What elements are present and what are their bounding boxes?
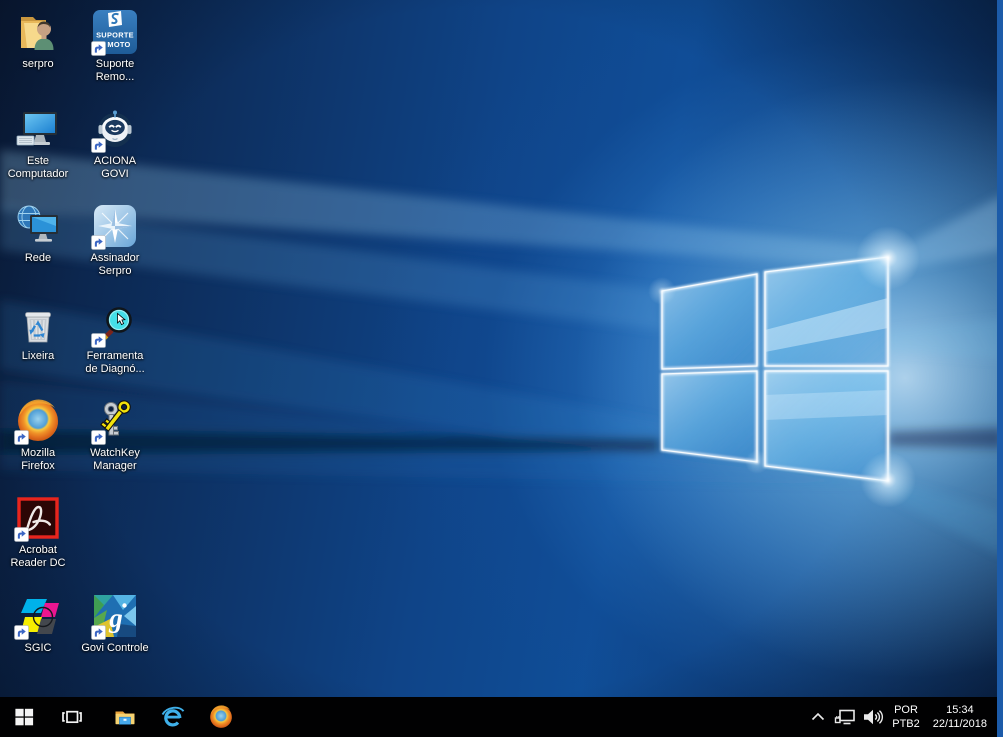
task-view-icon: [62, 710, 82, 724]
session-border-strip: [997, 0, 1003, 737]
network-ethernet-icon: [835, 709, 856, 725]
keyboard-layout-code: PTB2: [892, 718, 920, 730]
icon-label: Este Computador: [7, 155, 69, 180]
shortcut-arrow-icon: [14, 527, 29, 542]
firefox-icon: [210, 705, 232, 728]
suporte-tile-icon: SUPORTE MOTO: [91, 8, 139, 56]
taskbar-buttons: [0, 697, 245, 737]
network-pc-icon: [14, 202, 62, 250]
show-hidden-icons-chevron[interactable]: [805, 697, 831, 737]
shortcut-arrow-icon: [91, 138, 106, 153]
svg-text:MOTO: MOTO: [107, 40, 130, 49]
taskbar: POR PTB2 15:34 22/11/2018: [0, 697, 1003, 737]
recycle-bin-icon: [14, 300, 62, 348]
desktop-icon-acrobat-reader-dc[interactable]: Acrobat Reader DC: [0, 494, 79, 570]
icon-label: Lixeira: [21, 350, 55, 362]
windows-desktop-screen: serpro SUPORTE MOTO Suporte Remo... Este Compu…: [0, 0, 1003, 737]
icon-label: WatchKey Manager: [90, 447, 140, 472]
desktop-icon-ferramenta-de-diagnostico[interactable]: Ferramenta de Diagnó...: [74, 300, 156, 376]
firefox-button[interactable]: [197, 697, 245, 737]
icon-label: SGIC: [24, 642, 52, 654]
icon-label: Rede: [24, 252, 52, 264]
icon-label: Assinador Serpro: [90, 252, 140, 277]
icon-label: Ferramenta de Diagnó...: [85, 350, 145, 375]
firefox-icon: [14, 397, 62, 445]
clock[interactable]: 15:34 22/11/2018: [927, 703, 993, 731]
robot-icon: [91, 105, 139, 153]
desktop-icon-assinador-serpro[interactable]: Assinador Serpro: [74, 202, 156, 278]
icon-label: serpro: [22, 58, 54, 70]
shortcut-arrow-icon: [91, 41, 106, 56]
desktop-icon-area: serpro SUPORTE MOTO Suporte Remo... Este Compu…: [0, 0, 993, 697]
svg-text:SUPORTE: SUPORTE: [96, 31, 134, 40]
shortcut-arrow-icon: [91, 430, 106, 445]
icon-label: Govi Controle: [81, 642, 149, 654]
magnifier-icon: [91, 300, 139, 348]
desktop-icon-aciona-govi[interactable]: ACIONA GOVI: [74, 105, 156, 181]
file-explorer-button[interactable]: [101, 697, 149, 737]
icon-label: Suporte Remo...: [95, 58, 135, 83]
folder-user-icon: [14, 8, 62, 56]
govi-tile-icon: g: [91, 592, 139, 640]
svg-text:g: g: [108, 603, 123, 633]
desktop-icon-este-computador[interactable]: Este Computador: [0, 105, 79, 181]
language-code: POR: [894, 704, 918, 716]
this-pc-icon: [14, 105, 62, 153]
system-tray: POR PTB2 15:34 22/11/2018: [805, 697, 1003, 737]
volume-tray-button[interactable]: [859, 697, 885, 737]
desktop-icon-lixeira[interactable]: Lixeira: [0, 300, 79, 363]
start-button[interactable]: [0, 697, 48, 737]
icon-label: Acrobat Reader DC: [10, 544, 66, 569]
clock-time: 15:34: [946, 704, 974, 716]
desktop-icon-suporte-remoto[interactable]: SUPORTE MOTO Suporte Remo...: [74, 8, 156, 84]
shortcut-arrow-icon: [91, 625, 106, 640]
file-explorer-icon: [115, 711, 135, 725]
network-tray-button[interactable]: [832, 697, 858, 737]
language-indicator[interactable]: POR PTB2: [886, 703, 926, 731]
desktop-icon-sgic[interactable]: SGIC: [0, 592, 79, 655]
desktop-icon-rede[interactable]: Rede: [0, 202, 79, 265]
clock-date: 22/11/2018: [932, 718, 987, 730]
assinador-tile-icon: [91, 202, 139, 250]
internet-explorer-button[interactable]: [149, 697, 197, 737]
desktop-icon-serpro[interactable]: serpro: [0, 8, 79, 71]
speaker-icon: [864, 709, 884, 725]
internet-explorer-icon: [161, 706, 185, 727]
keys-icon: [91, 397, 139, 445]
task-view-button[interactable]: [48, 697, 96, 737]
desktop-icon-watchkey-manager[interactable]: WatchKey Manager: [74, 397, 156, 473]
windows-logo-icon: [15, 708, 34, 726]
shortcut-arrow-icon: [14, 625, 29, 640]
chevron-up-icon: [812, 712, 825, 721]
desktop-icon-govi-controle[interactable]: g Govi Controle: [74, 592, 156, 655]
desktop-icon-mozilla-firefox[interactable]: Mozilla Firefox: [0, 397, 79, 473]
icon-label: ACIONA GOVI: [93, 155, 137, 180]
acrobat-icon: [14, 494, 62, 542]
sgic-icon: [14, 592, 62, 640]
shortcut-arrow-icon: [91, 235, 106, 250]
icon-label: Mozilla Firefox: [20, 447, 56, 472]
shortcut-arrow-icon: [14, 430, 29, 445]
shortcut-arrow-icon: [91, 333, 106, 348]
